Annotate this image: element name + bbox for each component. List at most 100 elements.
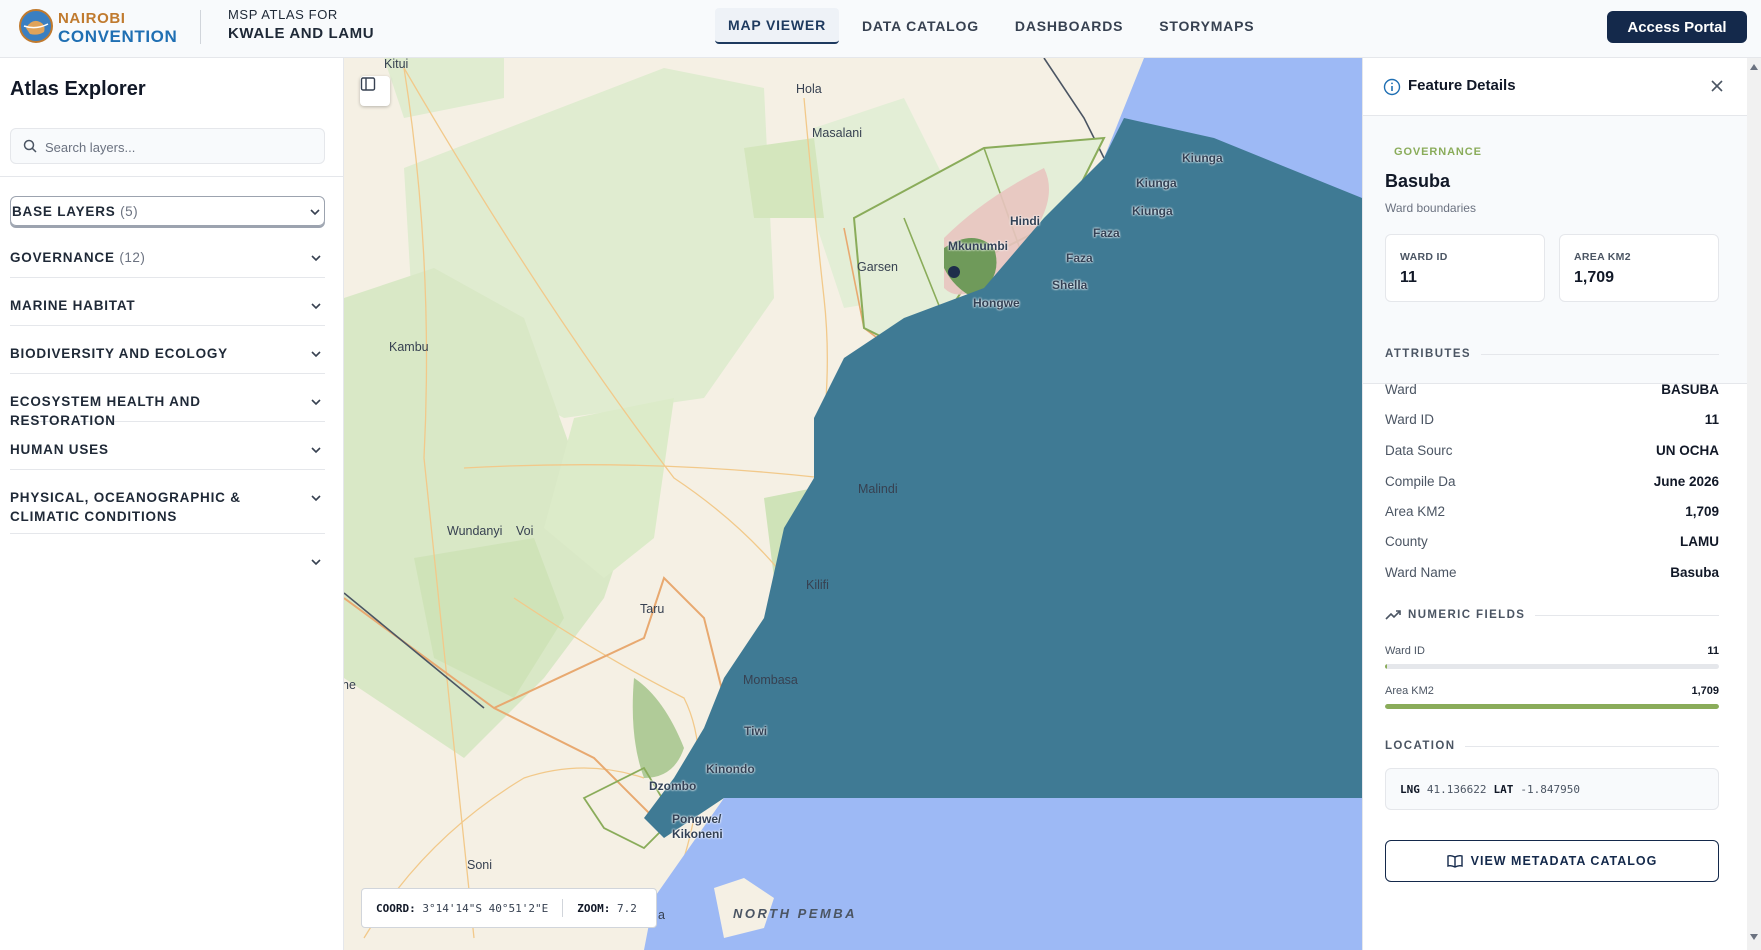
lng-label: LNG	[1400, 782, 1420, 796]
feature-subtitle: Ward boundaries	[1385, 201, 1476, 215]
place-label: NORTH PEMBA	[733, 906, 858, 921]
accordion-human-uses[interactable]: HUMAN USES	[10, 434, 325, 470]
place-label: Hongwe	[973, 296, 1020, 310]
place-label: Kitui	[384, 58, 409, 71]
map-graphic	[344, 58, 1362, 950]
chevron-down-icon[interactable]	[309, 443, 323, 457]
numeric-value: 1,709	[1691, 685, 1719, 697]
section-title: ATTRIBUTES	[1385, 348, 1471, 360]
atlas-explorer-sidebar: Atlas Explorer BASE LAYERS (5) GOVERNANC…	[0, 58, 344, 950]
accordion-count: (5)	[120, 204, 139, 219]
accordion-count: (12)	[119, 250, 146, 265]
page-scrollbar[interactable]	[1747, 58, 1761, 950]
place-label: Voi	[516, 524, 534, 538]
sidebar-toggle-button[interactable]	[360, 76, 390, 106]
place-label: Taru	[640, 602, 665, 616]
accordion-title: PHYSICAL, OCEANOGRAPHIC & CLIMATIC CONDI…	[10, 490, 241, 524]
brand-line1: NAIROBI	[58, 10, 126, 27]
lat-label: LAT	[1493, 782, 1514, 796]
coordinate-readout: COORD: 3°14'14"S 40°51'2"E ZOOM: 7.2	[361, 888, 657, 928]
attribute-key: Data Sourc	[1385, 443, 1453, 458]
numeric-fields-heading: NUMERIC FIELDS	[1385, 609, 1719, 621]
nav-storymaps[interactable]: STORYMAPS	[1146, 8, 1267, 44]
accordion-ecosystem-health[interactable]: ECOSYSTEM HEALTH AND RESTORATION	[10, 386, 325, 428]
chevron-down-icon[interactable]	[309, 251, 323, 265]
nav-map-viewer[interactable]: MAP VIEWER	[715, 8, 839, 44]
atlas-title-line1: MSP ATLAS FOR	[228, 7, 338, 22]
place-label: Hola	[796, 82, 822, 96]
zoom-value: 7.2	[616, 901, 637, 915]
place-label: Kiunga	[1136, 176, 1177, 190]
view-metadata-catalog-button[interactable]: VIEW METADATA CATALOG	[1385, 840, 1719, 882]
area-card: AREA KM2 1,709	[1559, 234, 1719, 302]
accordion-governance[interactable]: GOVERNANCE (12)	[10, 242, 325, 278]
numeric-bar-track	[1385, 704, 1719, 709]
numeric-field-row: Ward ID 11	[1385, 645, 1719, 671]
chevron-down-icon[interactable]	[309, 395, 323, 409]
attribute-row: Data Sourc UN OCHA	[1385, 443, 1719, 463]
attribute-value: LAMU	[1680, 534, 1719, 549]
attribute-value: UN OCHA	[1656, 443, 1719, 458]
accordion-unlabeled[interactable]	[10, 546, 325, 582]
layer-search-input[interactable]	[45, 136, 315, 158]
section-rule	[1535, 614, 1719, 616]
card-label: AREA KM2	[1574, 251, 1631, 263]
top-header: NAIROBI CONVENTION MSP ATLAS FOR KWALE A…	[0, 0, 1761, 58]
numeric-value: 11	[1707, 645, 1719, 657]
chevron-down-icon[interactable]	[309, 555, 323, 569]
layer-search-box[interactable]	[10, 128, 325, 164]
place-label: ne	[344, 678, 356, 692]
feature-details-panel: Feature Details GOVERNANCE Basuba Ward b…	[1362, 58, 1748, 950]
attribute-value: 1,709	[1685, 504, 1719, 519]
attribute-key: Ward ID	[1385, 412, 1435, 427]
place-label: a	[658, 908, 665, 922]
accordion-base-layers[interactable]: BASE LAYERS (5)	[10, 196, 325, 226]
sidebar-title: Atlas Explorer	[10, 78, 146, 100]
scroll-down-arrow-icon[interactable]	[1750, 934, 1758, 940]
accordion-biodiversity[interactable]: BIODIVERSITY AND ECOLOGY	[10, 338, 325, 374]
attribute-key: Area KM2	[1385, 504, 1446, 519]
lng-value: 41.136622	[1426, 782, 1487, 796]
place-label: Wundanyi	[447, 524, 503, 538]
location-heading: LOCATION	[1385, 740, 1719, 752]
attributes-heading: ATTRIBUTES	[1385, 348, 1719, 360]
header-divider	[200, 10, 201, 44]
nav-dashboards[interactable]: DASHBOARDS	[1002, 8, 1136, 44]
map-canvas[interactable]: Kitui Hola Masalani Garsen Kambu Malindi…	[344, 58, 1362, 950]
place-label: Shella	[1052, 278, 1088, 292]
chevron-down-icon[interactable]	[309, 347, 323, 361]
chevron-down-icon[interactable]	[309, 299, 323, 313]
place-label: Kambu	[389, 340, 429, 354]
access-portal-button[interactable]: Access Portal	[1607, 11, 1747, 43]
section-title: LOCATION	[1385, 740, 1456, 752]
nairobi-convention-logo-icon[interactable]	[18, 8, 54, 44]
accordion-title: MARINE HABITAT	[10, 298, 136, 313]
scroll-up-arrow-icon[interactable]	[1750, 64, 1758, 70]
settlement-marker	[948, 266, 960, 278]
attribute-key: County	[1385, 534, 1428, 549]
panel-title: Feature Details	[1408, 77, 1516, 94]
chevron-down-icon[interactable]	[309, 491, 323, 505]
atlas-title: MSP ATLAS FOR KWALE AND LAMU	[228, 6, 374, 44]
place-label: Kinondo	[706, 762, 755, 776]
chevron-down-icon[interactable]	[308, 205, 322, 219]
panel-left-icon	[360, 77, 376, 91]
attribute-value: BASUBA	[1661, 382, 1719, 397]
accordion-physical-conditions[interactable]: PHYSICAL, OCEANOGRAPHIC & CLIMATIC CONDI…	[10, 482, 325, 534]
place-label: Mombasa	[743, 673, 798, 687]
feature-summary: GOVERNANCE Basuba Ward boundaries WARD I…	[1363, 116, 1748, 384]
attribute-row: Compile Da June 2026	[1385, 474, 1719, 494]
nav-data-catalog[interactable]: DATA CATALOG	[849, 8, 992, 44]
brand-name[interactable]: NAIROBI CONVENTION	[58, 10, 177, 46]
book-open-icon	[1446, 854, 1463, 868]
accordion-marine-habitat[interactable]: MARINE HABITAT	[10, 290, 325, 326]
panel-header: Feature Details	[1363, 58, 1748, 116]
coord-separator	[562, 899, 564, 917]
close-icon[interactable]	[1709, 78, 1725, 94]
search-icon	[23, 139, 37, 153]
place-label: Kiunga	[1182, 151, 1223, 165]
coord-value: 3°14'14"S 40°51'2"E	[422, 901, 549, 915]
accordion-title: BIODIVERSITY AND ECOLOGY	[10, 346, 228, 361]
section-rule	[1480, 353, 1719, 355]
attribute-value: Basuba	[1670, 565, 1719, 580]
